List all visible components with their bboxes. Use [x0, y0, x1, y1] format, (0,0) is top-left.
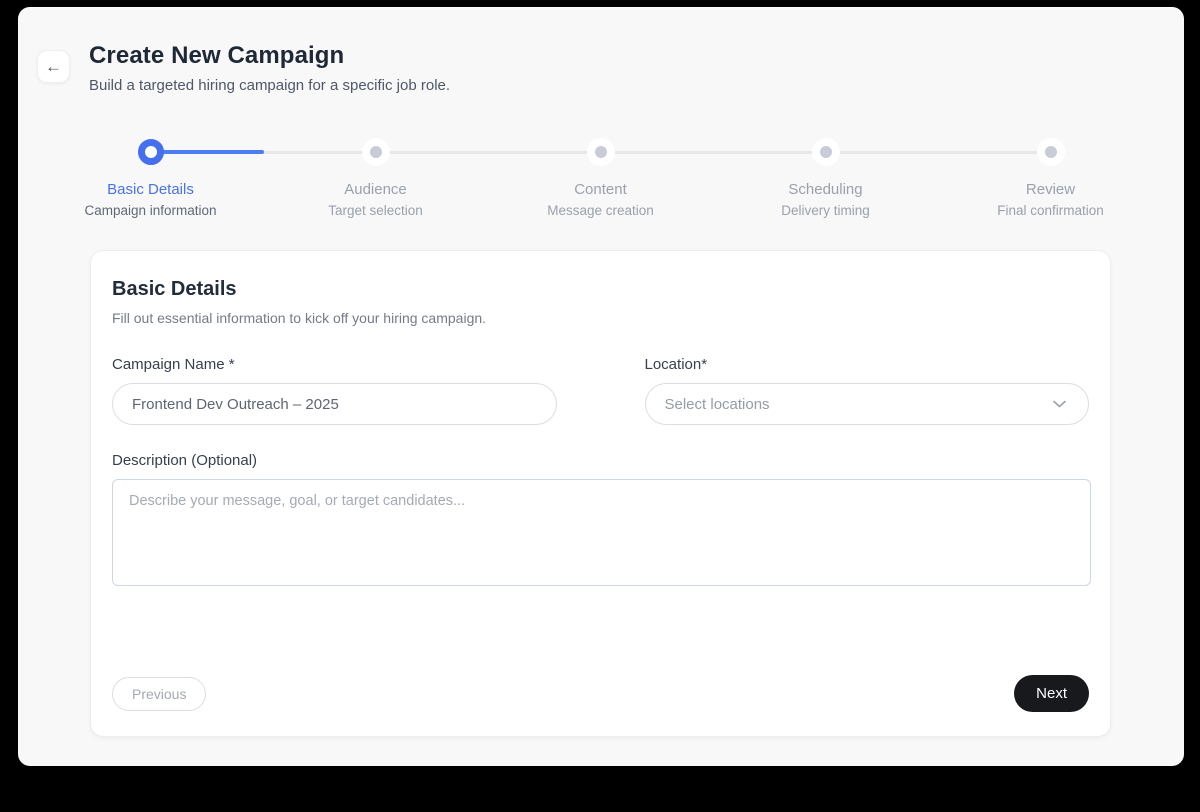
campaign-name-label: Campaign Name *	[112, 355, 557, 375]
card-subtitle: Fill out essential information to kick o…	[112, 309, 1089, 327]
step-label: Basic Details	[107, 180, 194, 199]
next-button[interactable]: Next	[1014, 675, 1089, 712]
header-text: Create New Campaign Build a targeted hir…	[89, 41, 450, 96]
description-textarea[interactable]	[112, 479, 1091, 586]
description-label: Description (Optional)	[112, 451, 1089, 471]
back-button[interactable]: ←	[37, 50, 70, 83]
step-sublabel: Campaign information	[84, 202, 216, 220]
step-active-dot	[138, 139, 164, 165]
previous-button[interactable]: Previous	[112, 677, 206, 711]
card-title: Basic Details	[112, 277, 1089, 302]
campaign-name-input[interactable]	[112, 383, 557, 425]
step-sublabel: Target selection	[328, 202, 423, 220]
location-select[interactable]: Select locations	[645, 383, 1090, 425]
step-inactive-dot	[1037, 138, 1065, 166]
chevron-down-icon	[1053, 400, 1066, 408]
stepper-step-review[interactable]: Review Final confirmation	[938, 138, 1163, 220]
campaign-name-field: Campaign Name *	[112, 355, 557, 425]
stepper-step-audience[interactable]: Audience Target selection	[263, 138, 488, 220]
step-inactive-dot	[812, 138, 840, 166]
basic-details-card: Basic Details Fill out essential informa…	[90, 250, 1111, 737]
campaign-stepper: Basic Details Campaign information Audie…	[38, 138, 1163, 220]
app-window: ← Create New Campaign Build a targeted h…	[18, 7, 1184, 766]
step-label: Audience	[344, 180, 407, 199]
card-footer: Previous Next	[112, 675, 1089, 712]
step-sublabel: Final confirmation	[997, 202, 1104, 220]
location-label: Location*	[645, 355, 1090, 375]
step-label: Content	[574, 180, 627, 199]
page-subtitle: Build a targeted hiring campaign for a s…	[89, 76, 450, 96]
page-header: ← Create New Campaign Build a targeted h…	[18, 7, 1184, 96]
stepper-step-scheduling[interactable]: Scheduling Delivery timing	[713, 138, 938, 220]
page-title: Create New Campaign	[89, 41, 450, 71]
step-label: Scheduling	[788, 180, 862, 199]
step-label: Review	[1026, 180, 1075, 199]
step-inactive-dot	[362, 138, 390, 166]
step-sublabel: Message creation	[547, 202, 654, 220]
step-sublabel: Delivery timing	[781, 202, 870, 220]
location-placeholder: Select locations	[665, 396, 770, 413]
back-arrow-icon: ←	[45, 57, 62, 77]
stepper-step-content[interactable]: Content Message creation	[488, 138, 713, 220]
description-field: Description (Optional)	[112, 451, 1089, 591]
location-field: Location* Select locations	[645, 355, 1090, 425]
stepper-step-basic-details[interactable]: Basic Details Campaign information	[38, 138, 263, 220]
step-inactive-dot	[587, 138, 615, 166]
